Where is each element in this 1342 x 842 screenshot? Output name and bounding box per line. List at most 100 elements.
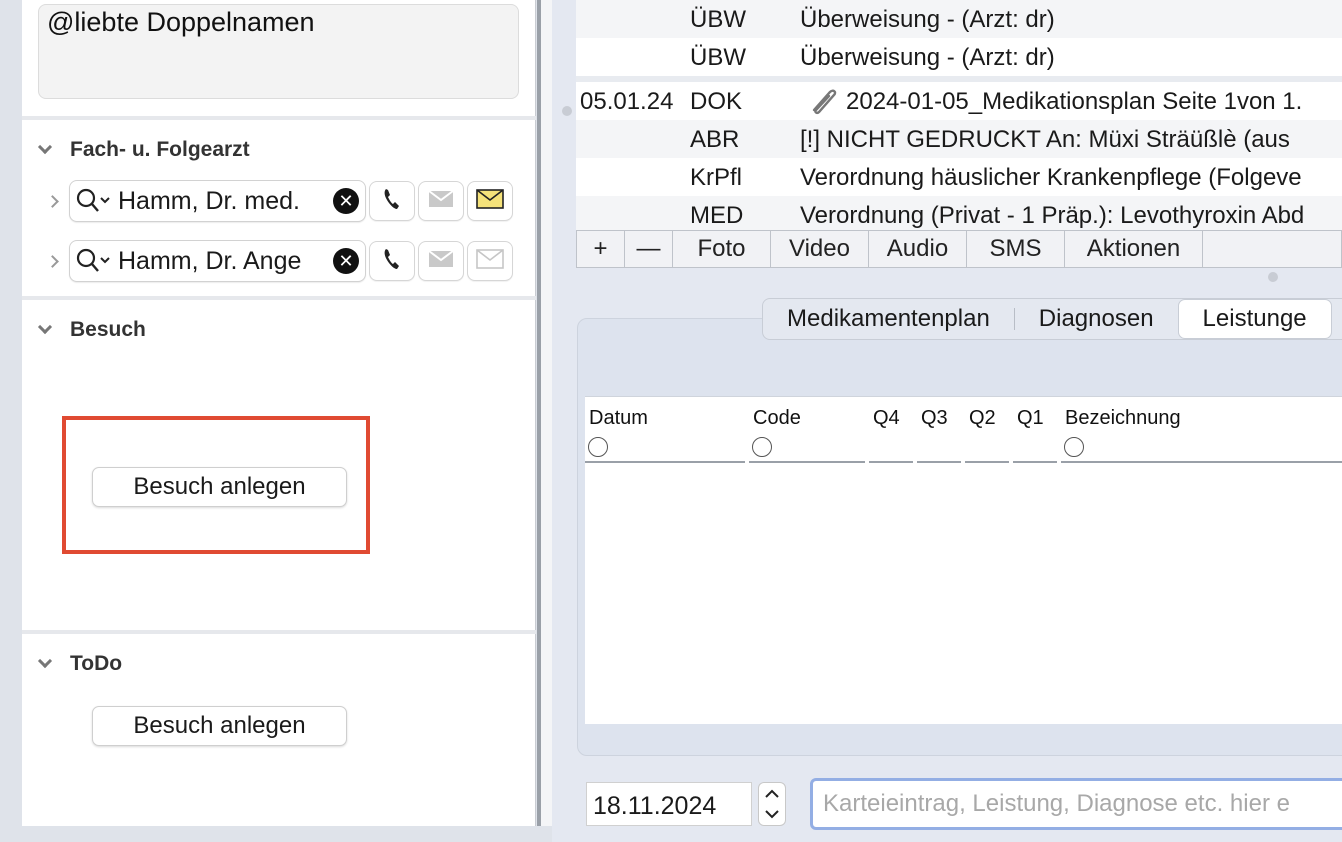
doctor-row-1: Hamm, Dr. med. ✕ (46, 180, 513, 222)
paperclip-icon (806, 86, 840, 123)
search-icon[interactable] (76, 248, 112, 274)
letter-button[interactable] (467, 241, 513, 281)
phone-icon (382, 247, 402, 276)
envelope-icon (428, 249, 454, 273)
splitter-handle-icon[interactable] (562, 106, 572, 116)
journal-row[interactable]: ÜBW Überweisung - (Arzt: dr) (576, 0, 1342, 38)
sms-button[interactable]: SMS (967, 231, 1065, 267)
entry-date: 18.11.2024 (593, 792, 717, 820)
aktionen-button[interactable]: Aktionen (1065, 231, 1203, 267)
tab-diagnosen[interactable]: Diagnosen (1015, 299, 1178, 339)
column-header-q1[interactable]: Q1 (1017, 407, 1044, 430)
section-title: Fach- u. Folgearzt (70, 138, 250, 161)
journal-type: ABR (690, 126, 740, 153)
tab-leistungen[interactable]: Leistunge (1177, 299, 1332, 339)
section-divider (22, 116, 536, 120)
filter-q4[interactable] (869, 433, 913, 463)
video-button[interactable]: Video (771, 231, 869, 267)
journal-type: DOK (690, 88, 743, 115)
journal-row[interactable]: KrPfl Verordnung häuslicher Krankenpfleg… (576, 158, 1342, 196)
filter-q2[interactable] (965, 433, 1009, 463)
column-header-q2[interactable]: Q2 (969, 407, 996, 430)
email-button[interactable] (418, 241, 464, 281)
chevron-down-icon[interactable] (765, 806, 779, 824)
splitter-handle-icon[interactable] (1268, 272, 1278, 282)
phone-button[interactable] (369, 241, 415, 281)
radio-icon[interactable] (588, 437, 608, 457)
section-header-todo[interactable]: ToDo (37, 652, 123, 676)
add-entry-button[interactable]: + (577, 231, 625, 267)
karteieintrag-input[interactable] (810, 778, 1342, 830)
chevron-up-icon[interactable] (765, 785, 779, 803)
doctor-search-field[interactable]: Hamm, Dr. Ange ✕ (69, 240, 366, 282)
letter-button[interactable] (467, 181, 513, 221)
doctor-row-2: Hamm, Dr. Ange ✕ (46, 240, 513, 282)
filter-datum[interactable] (585, 433, 745, 463)
journal-text: Überweisung - (Arzt: dr) (800, 44, 1055, 71)
section-divider (22, 296, 536, 300)
entry-date-field[interactable]: 18.11.2024 (586, 782, 752, 826)
section-header-besuch[interactable]: Besuch (37, 318, 146, 342)
email-button[interactable] (418, 181, 464, 221)
filter-q3[interactable] (917, 433, 961, 463)
section-divider (22, 630, 536, 634)
leistungen-table: Datum Code Q4 Q3 Q2 Q1 Bezeichnung (585, 396, 1342, 724)
column-header-code[interactable]: Code (753, 407, 801, 430)
chevron-down-icon (37, 319, 53, 335)
journal-toolbar: + — Foto Video Audio SMS Aktionen (576, 230, 1342, 268)
column-header-bezeichnung[interactable]: Bezeichnung (1065, 407, 1181, 430)
journal-list: ÜBW Überweisung - (Arzt: dr) ÜBW Überwei… (576, 0, 1342, 230)
radio-icon[interactable] (1064, 437, 1084, 457)
journal-date: 05.01.24 (580, 88, 674, 115)
chevron-right-icon[interactable] (46, 254, 59, 268)
journal-text: Verordnung häuslicher Krankenpflege (Fol… (800, 164, 1302, 191)
journal-type: ÜBW (690, 44, 746, 71)
tab-bar: Medikamentenplan Diagnosen Leistunge (762, 298, 1342, 340)
column-header-datum[interactable]: Datum (589, 407, 648, 430)
radio-icon[interactable] (752, 437, 772, 457)
clear-icon[interactable]: ✕ (333, 248, 359, 274)
doctor-name: Hamm, Dr. Ange (118, 246, 302, 275)
chevron-down-icon (37, 139, 53, 155)
notes-field[interactable]: @liebte Doppelnamen (38, 4, 519, 99)
notes-text: @liebte Doppelnamen (47, 7, 315, 37)
section-title: ToDo (70, 652, 123, 675)
date-stepper[interactable] (758, 782, 786, 826)
journal-row[interactable]: ÜBW Überweisung - (Arzt: dr) (576, 38, 1342, 76)
chevron-down-icon (37, 653, 53, 669)
search-icon[interactable] (76, 188, 112, 214)
filter-q1[interactable] (1013, 433, 1057, 463)
left-panel: @liebte Doppelnamen Fach- u. Folgearzt H… (0, 0, 552, 842)
filter-code[interactable] (749, 433, 865, 463)
chevron-right-icon[interactable] (46, 194, 59, 208)
scroll-track[interactable] (541, 0, 552, 826)
section-header-fachaerzte[interactable]: Fach- u. Folgearzt (37, 138, 250, 162)
envelope-yellow-icon (476, 188, 504, 214)
foto-button[interactable]: Foto (673, 231, 771, 267)
journal-text: Überweisung - (Arzt: dr) (800, 6, 1055, 33)
journal-text: 2024-01-05_Medikationsplan Seite 1von 1. (846, 88, 1303, 115)
journal-text: Verordnung (Privat - 1 Präp.): Levothyro… (800, 202, 1305, 229)
column-header-q3[interactable]: Q3 (921, 407, 948, 430)
journal-row[interactable]: ABR [!] NICHT GEDRUCKT An: Müxi Sträüßlè… (576, 120, 1342, 158)
remove-entry-button[interactable]: — (625, 231, 673, 267)
column-header-q4[interactable]: Q4 (873, 407, 900, 430)
journal-row[interactable]: MED Verordnung (Privat - 1 Präp.): Levot… (576, 196, 1342, 230)
audio-button[interactable]: Audio (869, 231, 967, 267)
todo-besuch-anlegen-button[interactable]: Besuch anlegen (92, 706, 347, 746)
envelope-icon (428, 189, 454, 213)
clear-icon[interactable]: ✕ (333, 188, 359, 214)
journal-row[interactable]: 05.01.24 DOK 2024-01-05_Medikationsplan … (576, 82, 1342, 120)
filter-bezeichnung[interactable] (1061, 433, 1342, 463)
journal-text: [!] NICHT GEDRUCKT An: Müxi Sträüßlè (au… (800, 126, 1290, 153)
tab-medikamentenplan[interactable]: Medikamentenplan (763, 299, 1014, 339)
besuch-anlegen-button[interactable]: Besuch anlegen (92, 467, 347, 507)
journal-type: KrPfl (690, 164, 743, 191)
phone-button[interactable] (369, 181, 415, 221)
phone-icon (382, 187, 402, 216)
doctor-search-field[interactable]: Hamm, Dr. med. ✕ (69, 180, 366, 222)
journal-type: ÜBW (690, 6, 746, 33)
section-title: Besuch (70, 318, 146, 341)
envelope-outline-icon (476, 248, 504, 274)
patient-sidebar: @liebte Doppelnamen Fach- u. Folgearzt H… (22, 0, 536, 826)
